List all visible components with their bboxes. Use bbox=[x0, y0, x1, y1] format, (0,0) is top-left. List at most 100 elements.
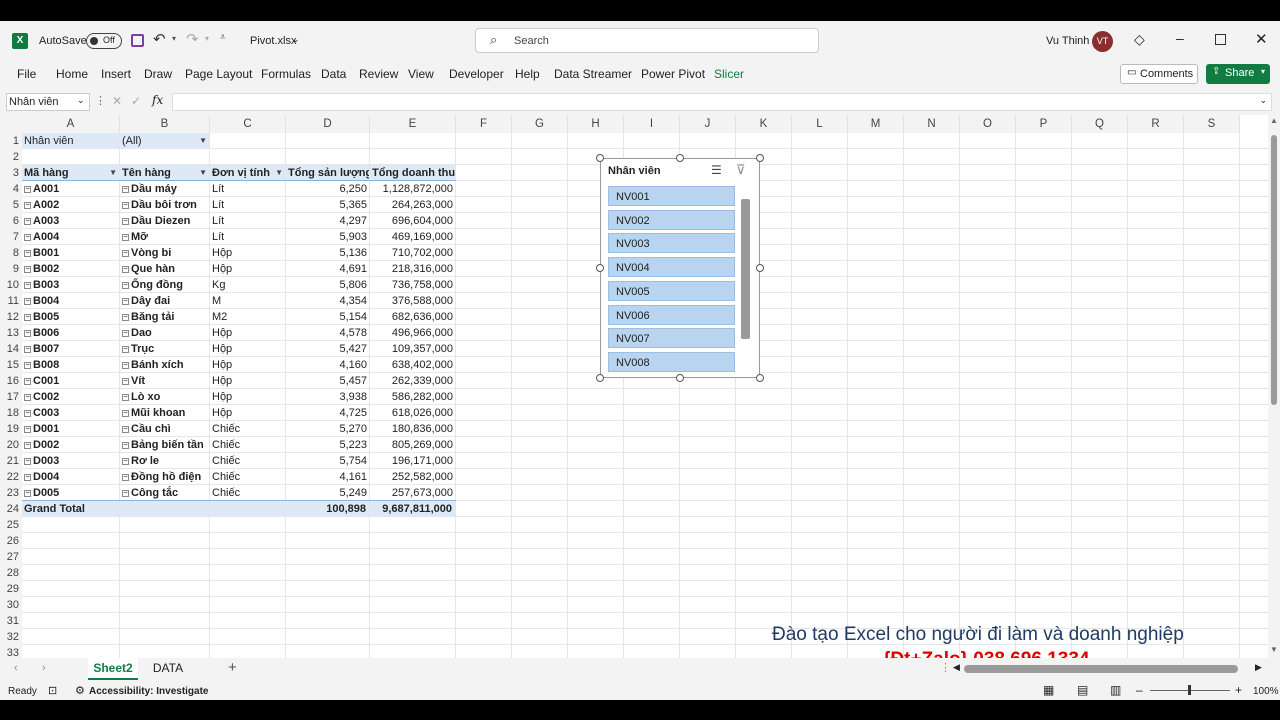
collapse-icon[interactable]: − bbox=[24, 489, 31, 497]
row-header[interactable]: 15 bbox=[0, 357, 22, 373]
collapse-icon[interactable]: − bbox=[24, 473, 31, 481]
row-header[interactable]: 25 bbox=[0, 517, 22, 533]
pivot-row-unit[interactable]: Hộp bbox=[212, 245, 283, 261]
minimize-icon[interactable]: – bbox=[1176, 30, 1184, 46]
column-header[interactable]: D bbox=[286, 115, 370, 133]
save-icon[interactable] bbox=[131, 34, 144, 47]
scroll-right-icon[interactable]: ▶ bbox=[1255, 662, 1262, 673]
pivot-row-revenue[interactable]: 710,702,000 bbox=[372, 245, 453, 261]
column-header[interactable]: K bbox=[736, 115, 792, 133]
column-header[interactable]: S bbox=[1184, 115, 1240, 133]
page-layout-view-icon[interactable]: ▤ bbox=[1077, 683, 1088, 697]
pivot-row-code[interactable]: − B005 bbox=[24, 309, 117, 325]
row-header[interactable]: 21 bbox=[0, 453, 22, 469]
pivot-row-qty[interactable]: 5,754 bbox=[288, 453, 367, 469]
customize-toolbar-icon[interactable]: ⩡ bbox=[220, 32, 226, 43]
sheet-tab-data[interactable]: DATA bbox=[146, 658, 190, 678]
filter-dropdown-icon[interactable]: ▼ bbox=[199, 133, 207, 149]
slicer-item[interactable]: NV004 bbox=[608, 257, 735, 278]
row-header[interactable]: 8 bbox=[0, 245, 22, 261]
pivot-row-qty[interactable]: 4,578 bbox=[288, 325, 367, 341]
collapse-icon[interactable]: − bbox=[24, 217, 31, 225]
pivot-row-qty[interactable]: 4,161 bbox=[288, 469, 367, 485]
pivot-row-unit[interactable]: Lít bbox=[212, 181, 283, 197]
grand-total-blank[interactable] bbox=[120, 501, 209, 517]
filter-dropdown-icon[interactable]: ▼ bbox=[199, 165, 207, 181]
row-header[interactable]: 5 bbox=[0, 197, 22, 213]
insert-function-icon[interactable]: fx bbox=[152, 93, 163, 107]
pivot-row-code[interactable]: − B002 bbox=[24, 261, 117, 277]
row-header[interactable]: 17 bbox=[0, 389, 22, 405]
collapse-icon[interactable]: − bbox=[122, 265, 129, 273]
pivot-row-code[interactable]: − D004 bbox=[24, 469, 117, 485]
redo-dropdown-icon[interactable]: ▾ bbox=[205, 34, 209, 43]
collapse-icon[interactable]: − bbox=[24, 201, 31, 209]
accessibility-status[interactable]: Accessibility: Investigate bbox=[89, 686, 209, 697]
column-header[interactable]: F bbox=[456, 115, 512, 133]
tab-developer[interactable]: Developer bbox=[449, 67, 504, 81]
resize-handle-tm[interactable] bbox=[676, 154, 684, 162]
row-header[interactable]: 10 bbox=[0, 277, 22, 293]
scroll-up-icon[interactable]: ▲ bbox=[1270, 116, 1278, 125]
pivot-row-revenue[interactable]: 586,282,000 bbox=[372, 389, 453, 405]
column-header[interactable]: G bbox=[512, 115, 568, 133]
collapse-icon[interactable]: − bbox=[24, 361, 31, 369]
column-header[interactable]: O bbox=[960, 115, 1016, 133]
column-header[interactable]: H bbox=[568, 115, 624, 133]
pivot-row-unit[interactable]: Lít bbox=[212, 197, 283, 213]
pivot-row-name[interactable]: − Đồng hồ điện bbox=[122, 469, 207, 485]
collapse-icon[interactable]: − bbox=[122, 297, 129, 305]
row-header[interactable]: 24 bbox=[0, 501, 22, 517]
resize-handle-br[interactable] bbox=[756, 374, 764, 382]
collapse-icon[interactable]: − bbox=[122, 425, 129, 433]
tab-draw[interactable]: Draw bbox=[144, 67, 172, 81]
column-header[interactable]: Q bbox=[1072, 115, 1128, 133]
slicer-nhan-vien[interactable]: Nhân viên ☰ ⊽ NV001 NV002 NV003 NV004 NV005 N… bbox=[600, 158, 760, 378]
pivot-row-unit[interactable]: Hộp bbox=[212, 341, 283, 357]
row-header[interactable]: 28 bbox=[0, 565, 22, 581]
filter-dropdown-icon[interactable]: ▼ bbox=[275, 165, 283, 181]
row-header[interactable]: 23 bbox=[0, 485, 22, 501]
pivot-row-unit[interactable]: Lít bbox=[212, 229, 283, 245]
row-header[interactable]: 26 bbox=[0, 533, 22, 549]
normal-view-icon[interactable]: ▦ bbox=[1043, 683, 1054, 697]
grand-total-blank[interactable] bbox=[210, 501, 285, 517]
comments-button[interactable]: ▭ Comments bbox=[1120, 64, 1198, 84]
collapse-icon[interactable]: − bbox=[122, 233, 129, 241]
row-header[interactable]: 32 bbox=[0, 629, 22, 645]
slicer-item[interactable]: NV005 bbox=[608, 280, 735, 301]
macro-record-icon[interactable]: ⊡ bbox=[48, 684, 57, 697]
row-header[interactable]: 3 bbox=[0, 165, 22, 181]
undo-icon[interactable]: ↶ bbox=[153, 30, 166, 48]
collapse-icon[interactable]: − bbox=[24, 313, 31, 321]
pivot-row-unit[interactable]: Chiếc bbox=[212, 437, 283, 453]
row-header[interactable]: 18 bbox=[0, 405, 22, 421]
column-header[interactable]: A bbox=[22, 115, 120, 133]
filename[interactable]: Pivot.xlsx bbox=[250, 35, 296, 47]
next-sheet-icon[interactable]: › bbox=[42, 662, 46, 674]
collapse-icon[interactable]: − bbox=[24, 441, 31, 449]
pivot-row-name[interactable]: − Cầu chì bbox=[122, 421, 207, 437]
row-header[interactable]: 12 bbox=[0, 309, 22, 325]
pivot-row-revenue[interactable]: 638,402,000 bbox=[372, 357, 453, 373]
more-icon[interactable]: ⋮ bbox=[95, 94, 106, 107]
pivot-row-revenue[interactable]: 805,269,000 bbox=[372, 437, 453, 453]
add-sheet-icon[interactable]: + bbox=[228, 659, 237, 676]
pivot-row-revenue[interactable]: 262,339,000 bbox=[372, 373, 453, 389]
pivot-row-code[interactable]: − D001 bbox=[24, 421, 117, 437]
slicer-item[interactable]: NV006 bbox=[608, 304, 735, 325]
pivot-row-revenue[interactable]: 696,604,000 bbox=[372, 213, 453, 229]
pivot-row-revenue[interactable]: 264,263,000 bbox=[372, 197, 453, 213]
pivot-row-qty[interactable]: 6,250 bbox=[288, 181, 367, 197]
scroll-left-icon[interactable]: ◀ bbox=[953, 662, 960, 673]
pivot-row-qty[interactable]: 5,427 bbox=[288, 341, 367, 357]
column-header[interactable]: R bbox=[1128, 115, 1184, 133]
pivot-row-revenue[interactable]: 218,316,000 bbox=[372, 261, 453, 277]
pivot-row-code[interactable]: − A001 bbox=[24, 181, 117, 197]
pivot-row-name[interactable]: − Vòng bi bbox=[122, 245, 207, 261]
pivot-row-name[interactable]: − Que hàn bbox=[122, 261, 207, 277]
zoom-out-icon[interactable]: – bbox=[1136, 683, 1143, 697]
pivot-row-unit[interactable]: Chiếc bbox=[212, 469, 283, 485]
pivot-row-name[interactable]: − Mũi khoan bbox=[122, 405, 207, 421]
pivot-row-revenue[interactable]: 252,582,000 bbox=[372, 469, 453, 485]
